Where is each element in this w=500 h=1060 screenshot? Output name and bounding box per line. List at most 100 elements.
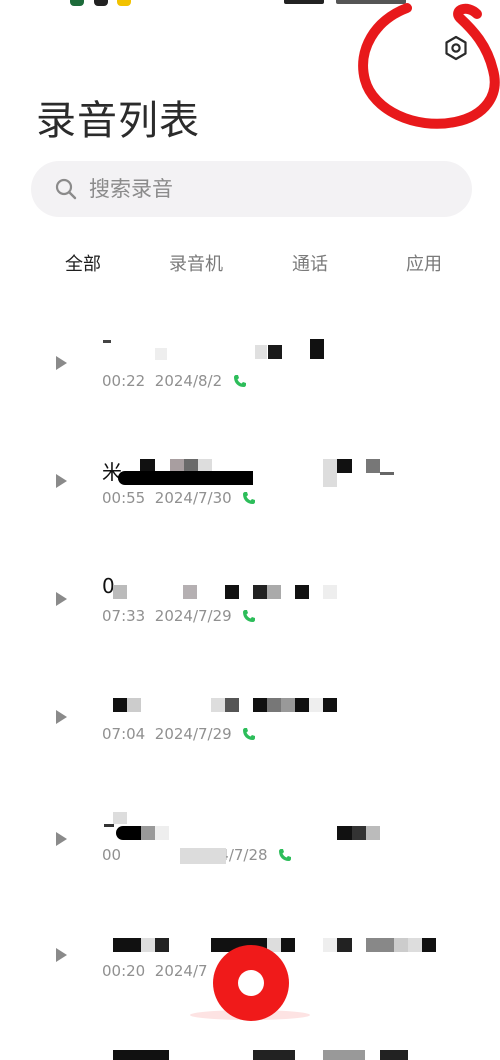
status-app-icon (117, 0, 131, 6)
phone-call-icon (243, 728, 256, 740)
settings-icon (445, 35, 467, 61)
record-icon (238, 970, 264, 996)
recording-date: 2024/7/30 (154, 489, 232, 507)
list-item[interactable] (0, 1044, 500, 1060)
redacted-block (155, 348, 167, 360)
status-signal-icon (284, 0, 324, 4)
redacted-block (113, 585, 127, 599)
play-icon[interactable] (56, 356, 67, 370)
redacted-block (268, 345, 282, 359)
redacted-block (295, 585, 309, 599)
play-icon[interactable] (56, 710, 67, 724)
phone-call-icon (233, 375, 246, 387)
play-icon[interactable] (56, 948, 67, 962)
recording-duration: 07:33 (102, 607, 146, 625)
redacted-block (141, 938, 155, 952)
status-bar (0, 0, 500, 8)
recording-meta: 07:04 2024/7/29 (102, 725, 256, 743)
redacted-block (408, 938, 422, 952)
recording-meta: 00:20 2024/7 (102, 962, 208, 980)
play-icon[interactable] (56, 474, 67, 488)
recording-duration: 00:20 (102, 962, 146, 980)
redacted-block (267, 585, 281, 599)
redacted-block (113, 938, 141, 952)
redacted-block (253, 585, 267, 599)
settings-button[interactable] (438, 30, 474, 66)
list-item[interactable]: 07:04 2024/7/29 (0, 690, 500, 808)
redacted-block (352, 826, 366, 840)
play-icon[interactable] (56, 592, 67, 606)
redacted-block (323, 1050, 365, 1060)
search-input[interactable] (87, 176, 431, 202)
recording-meta: 00:22 2024/8/2 (102, 372, 247, 390)
redacted-block (103, 340, 111, 343)
redacted-block (310, 339, 324, 359)
redacted-block (323, 938, 337, 952)
redacted-block (281, 938, 295, 952)
filter-tabs: 全部 录音机 通话 应用 (0, 250, 500, 282)
redacted-block (267, 698, 281, 712)
redacted-block (295, 698, 309, 712)
recording-meta: 07:33 2024/7/29 (102, 607, 256, 625)
redacted-block (323, 698, 337, 712)
redacted-block (323, 585, 337, 599)
status-app-icon (70, 0, 84, 6)
status-app-icon (94, 0, 108, 6)
redacted-block (180, 848, 226, 864)
redacted-block (366, 938, 394, 952)
tab-all[interactable]: 全部 (65, 250, 101, 276)
phone-call-icon (243, 610, 256, 622)
tab-calls[interactable]: 通话 (292, 250, 328, 276)
redacted-block (337, 826, 352, 840)
tab-recorder[interactable]: 录音机 (169, 250, 223, 276)
recording-duration: 00 (102, 846, 122, 864)
redacted-block (225, 585, 239, 599)
redacted-block (323, 459, 337, 487)
redacted-block (116, 826, 142, 840)
recording-duration: 07:04 (102, 725, 146, 743)
recording-date: 2024/7/29 (154, 607, 232, 625)
list-item[interactable]: 00 2024/7/28 (0, 808, 500, 926)
redacted-block (281, 698, 295, 712)
redacted-block (104, 824, 114, 827)
search-icon (55, 178, 77, 200)
redacted-block (337, 938, 352, 952)
redacted-block (225, 698, 239, 712)
redacted-block (422, 938, 436, 952)
redacted-block (380, 1050, 408, 1060)
redacted-block (127, 698, 141, 712)
redacted-block (155, 938, 169, 952)
recording-date: 2024/7 (154, 962, 208, 980)
list-item[interactable]: 米 00:55 2024/7/30 (0, 454, 500, 572)
redacted-block (255, 345, 267, 359)
recording-date: 2024/7/29 (154, 725, 232, 743)
recording-duration: 00:22 (102, 372, 146, 390)
annotation-circle (358, 3, 500, 129)
recording-date: 2024/8/2 (154, 372, 223, 390)
redacted-block (113, 1050, 169, 1060)
redacted-block (366, 826, 380, 840)
redacted-block (211, 698, 225, 712)
phone-call-icon (279, 849, 292, 861)
redacted-block (118, 471, 253, 485)
redacted-block (337, 459, 352, 473)
list-item[interactable]: 0 07:33 2024/7/29 (0, 572, 500, 690)
list-item[interactable]: 00:22 2024/8/2 (0, 336, 500, 454)
record-button[interactable] (213, 945, 289, 1021)
search-bar[interactable] (31, 161, 472, 217)
redacted-block (366, 459, 380, 473)
status-battery-icon (336, 0, 406, 4)
recording-meta: 00:55 2024/7/30 (102, 489, 256, 507)
redacted-block (253, 698, 267, 712)
phone-call-icon (243, 492, 256, 504)
redacted-block (394, 938, 408, 952)
redacted-block (253, 1050, 295, 1060)
redacted-block (113, 698, 127, 712)
redacted-block (380, 472, 394, 475)
redacted-block (183, 585, 197, 599)
tab-apps[interactable]: 应用 (406, 250, 442, 276)
redacted-block (155, 826, 169, 840)
page-title: 录音列表 (36, 98, 200, 144)
play-icon[interactable] (56, 832, 67, 846)
redacted-block (141, 826, 155, 840)
